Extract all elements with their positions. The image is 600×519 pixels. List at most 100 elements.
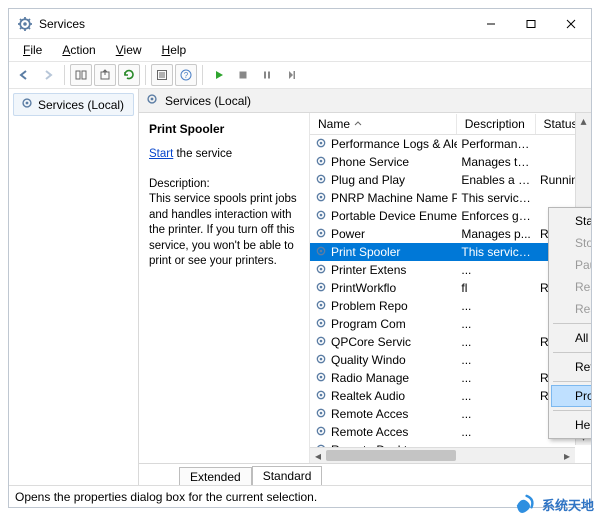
service-desc: ... [457, 353, 536, 367]
service-desc: ... [457, 335, 536, 349]
ctx-pause[interactable]: Pause [551, 254, 591, 276]
tab-extended[interactable]: Extended [179, 467, 252, 485]
gear-icon [314, 298, 328, 315]
gear-icon [314, 388, 328, 405]
gear-icon [314, 352, 328, 369]
ctx-all-tasks[interactable]: All Tasks [551, 327, 591, 349]
show-hide-button[interactable] [70, 64, 92, 86]
ctx-stop[interactable]: Stop [551, 232, 591, 254]
ctx-properties[interactable]: Properties [551, 385, 591, 407]
tree-pane: Services (Local) [9, 89, 139, 485]
gear-icon [314, 208, 328, 225]
service-desc: This service ... [457, 245, 536, 259]
scroll-right-icon[interactable]: ▸ [559, 449, 575, 463]
table-row[interactable]: PNRP Machine Name Publi...This service .… [310, 189, 591, 207]
menu-action[interactable]: Action [54, 41, 103, 59]
col-name[interactable]: Name [310, 114, 457, 134]
ctx-separator [553, 381, 591, 382]
gear-icon [314, 190, 328, 207]
table-row[interactable]: Phone ServiceManages th... [310, 153, 591, 171]
service-name: Realtek Audio [331, 389, 405, 403]
zone-title: Services (Local) [165, 94, 251, 108]
service-name: Performance Logs & Alerts [331, 137, 457, 151]
service-name: Printer Extens [331, 263, 406, 277]
service-desc: Enforces gr... [457, 209, 536, 223]
menu-file[interactable]: File [15, 41, 50, 59]
back-button[interactable] [13, 64, 35, 86]
tabs-bar: Extended Standard [139, 463, 591, 485]
menubar: File Action View Help [9, 39, 591, 61]
ctx-separator [553, 352, 591, 353]
scroll-left-icon[interactable]: ◂ [310, 449, 326, 463]
service-name: Print Spooler [331, 245, 400, 259]
service-desc: ... [457, 407, 536, 421]
service-desc: ... [457, 371, 536, 385]
menu-view[interactable]: View [108, 41, 150, 59]
menu-help[interactable]: Help [154, 41, 195, 59]
stop-service-button[interactable] [232, 64, 254, 86]
gear-icon [314, 244, 328, 261]
gear-icon [20, 96, 34, 113]
watermark-icon [512, 491, 538, 517]
col-description[interactable]: Description [457, 114, 536, 134]
tree-node-services-local[interactable]: Services (Local) [13, 93, 134, 116]
zone-header: Services (Local) [139, 89, 591, 113]
restart-service-button[interactable] [280, 64, 302, 86]
ctx-start[interactable]: Start [551, 210, 591, 232]
svg-text:?: ? [184, 71, 189, 80]
service-name: Quality Windo [331, 353, 406, 367]
titlebar: Services [9, 9, 591, 39]
hscroll-thumb[interactable] [326, 450, 456, 461]
watermark: 系统天地 [512, 491, 594, 517]
gear-icon [314, 226, 328, 243]
service-desc: fl [457, 281, 536, 295]
gear-icon [314, 154, 328, 171]
column-headers: Name Description Status [310, 113, 591, 135]
minimize-button[interactable] [471, 9, 511, 39]
start-service-link[interactable]: Start [149, 148, 173, 160]
start-service-button[interactable] [208, 64, 230, 86]
service-desc: ... [457, 425, 536, 439]
status-text: Opens the properties dialog box for the … [15, 490, 317, 504]
service-desc: Enables a c... [457, 173, 536, 187]
gear-icon [314, 370, 328, 387]
export-button[interactable] [94, 64, 116, 86]
tree-node-label: Services (Local) [38, 98, 124, 112]
ctx-restart[interactable]: Restart [551, 298, 591, 320]
ctx-separator [553, 323, 591, 324]
ctx-resume[interactable]: Resume [551, 276, 591, 298]
close-button[interactable] [551, 9, 591, 39]
service-name: PrintWorkflo [331, 281, 396, 295]
forward-button[interactable] [37, 64, 59, 86]
services-icon [17, 16, 33, 32]
horizontal-scrollbar[interactable]: ◂ ▸ [310, 447, 575, 463]
service-name: PNRP Machine Name Publi... [331, 191, 457, 205]
service-name: QPCore Servic [331, 335, 411, 349]
gear-icon [145, 92, 159, 109]
service-name: Portable Device Enumerator... [331, 209, 457, 223]
maximize-button[interactable] [511, 9, 551, 39]
gear-icon [314, 136, 328, 153]
properties-button[interactable] [151, 64, 173, 86]
service-desc: This service ... [457, 191, 536, 205]
service-name: Power [331, 227, 365, 241]
ctx-refresh[interactable]: Refresh [551, 356, 591, 378]
gear-icon [314, 316, 328, 333]
pause-service-button[interactable] [256, 64, 278, 86]
tab-standard[interactable]: Standard [252, 466, 323, 485]
help-button[interactable]: ? [175, 64, 197, 86]
ctx-help[interactable]: Help [551, 414, 591, 436]
content: Print Spooler Start the service Descript… [139, 113, 591, 463]
service-desc: Manages p... [457, 227, 536, 241]
service-desc: Performanc... [457, 137, 536, 151]
description-label: Description: [149, 177, 299, 193]
detail-pane: Print Spooler Start the service Descript… [139, 113, 309, 463]
table-row[interactable]: Performance Logs & AlertsPerformanc... [310, 135, 591, 153]
refresh-button[interactable] [118, 64, 140, 86]
start-suffix: the service [173, 148, 232, 160]
scroll-up-icon[interactable]: ▴ [576, 113, 591, 129]
table-row[interactable]: Plug and PlayEnables a c...Running [310, 171, 591, 189]
service-name: Remote Acces [331, 407, 408, 421]
service-desc: ... [457, 299, 536, 313]
service-desc: Manages th... [457, 155, 536, 169]
